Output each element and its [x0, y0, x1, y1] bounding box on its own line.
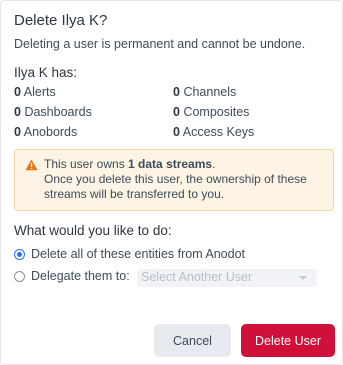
warning-stream-count: 1 data streams	[128, 157, 213, 171]
entity-label: Composites	[183, 105, 250, 119]
dialog-subtitle: Deleting a user is permanent and cannot …	[14, 37, 306, 51]
action-question: What would you like to do:	[14, 223, 172, 238]
delegate-user-select[interactable]: Select Another User	[137, 269, 317, 287]
delete-user-button[interactable]: Delete User	[241, 324, 335, 357]
entity-count: 0	[14, 125, 21, 139]
entity-anobords: 0 Anobords	[14, 124, 173, 140]
delete-user-dialog: Delete Ilya K? Deleting a user is perman…	[0, 0, 343, 365]
entity-count: 0	[14, 85, 21, 99]
select-placeholder: Select Another User	[141, 270, 253, 284]
option-delete-all-label: Delete all of these entities from Anodot	[31, 247, 246, 261]
warning-prefix: This user owns	[44, 157, 129, 171]
entity-composites: 0 Composites	[173, 104, 332, 120]
chevron-down-icon	[299, 276, 307, 280]
entity-channels: 0 Channels	[173, 84, 332, 100]
entity-alerts: 0 Alerts	[14, 84, 173, 100]
entity-access-keys: 0 Access Keys	[173, 124, 332, 140]
entity-label: Access Keys	[182, 125, 255, 139]
warning-line-1: This user owns 1 data streams.	[44, 157, 325, 172]
entity-label: Channels	[183, 85, 237, 99]
cancel-button[interactable]: Cancel	[154, 324, 231, 357]
warning-line-2: Once you delete this user, the ownership…	[44, 172, 307, 201]
entity-count: 0	[173, 125, 180, 139]
entities-title: Ilya K has:	[14, 65, 78, 80]
option-delegate-label: Delegate them to:	[31, 269, 130, 283]
entity-label: Anobords	[23, 125, 78, 139]
entity-count: 0	[173, 105, 180, 119]
warning-suffix: .	[212, 157, 216, 171]
entity-label: Dashboards	[24, 105, 92, 119]
option-delete-all[interactable]: Delete all of these entities from Anodot	[14, 247, 245, 261]
entity-label: Alerts	[23, 85, 56, 99]
entity-count: 0	[173, 85, 180, 99]
entity-dashboards: 0 Dashboards	[14, 104, 173, 120]
ownership-warning: This user owns 1 data streams. Once you …	[14, 149, 334, 211]
warning-triangle-icon	[25, 159, 38, 171]
entity-count: 0	[14, 105, 21, 119]
option-delegate[interactable]: Delegate them to:	[14, 269, 130, 283]
dialog-title: Delete Ilya K?	[14, 12, 108, 29]
radio-delegate[interactable]	[14, 270, 25, 282]
radio-delete-all[interactable]	[14, 248, 25, 260]
entities-list: 0 Alerts 0 Channels 0 Dashboards 0 Compo…	[14, 84, 334, 140]
